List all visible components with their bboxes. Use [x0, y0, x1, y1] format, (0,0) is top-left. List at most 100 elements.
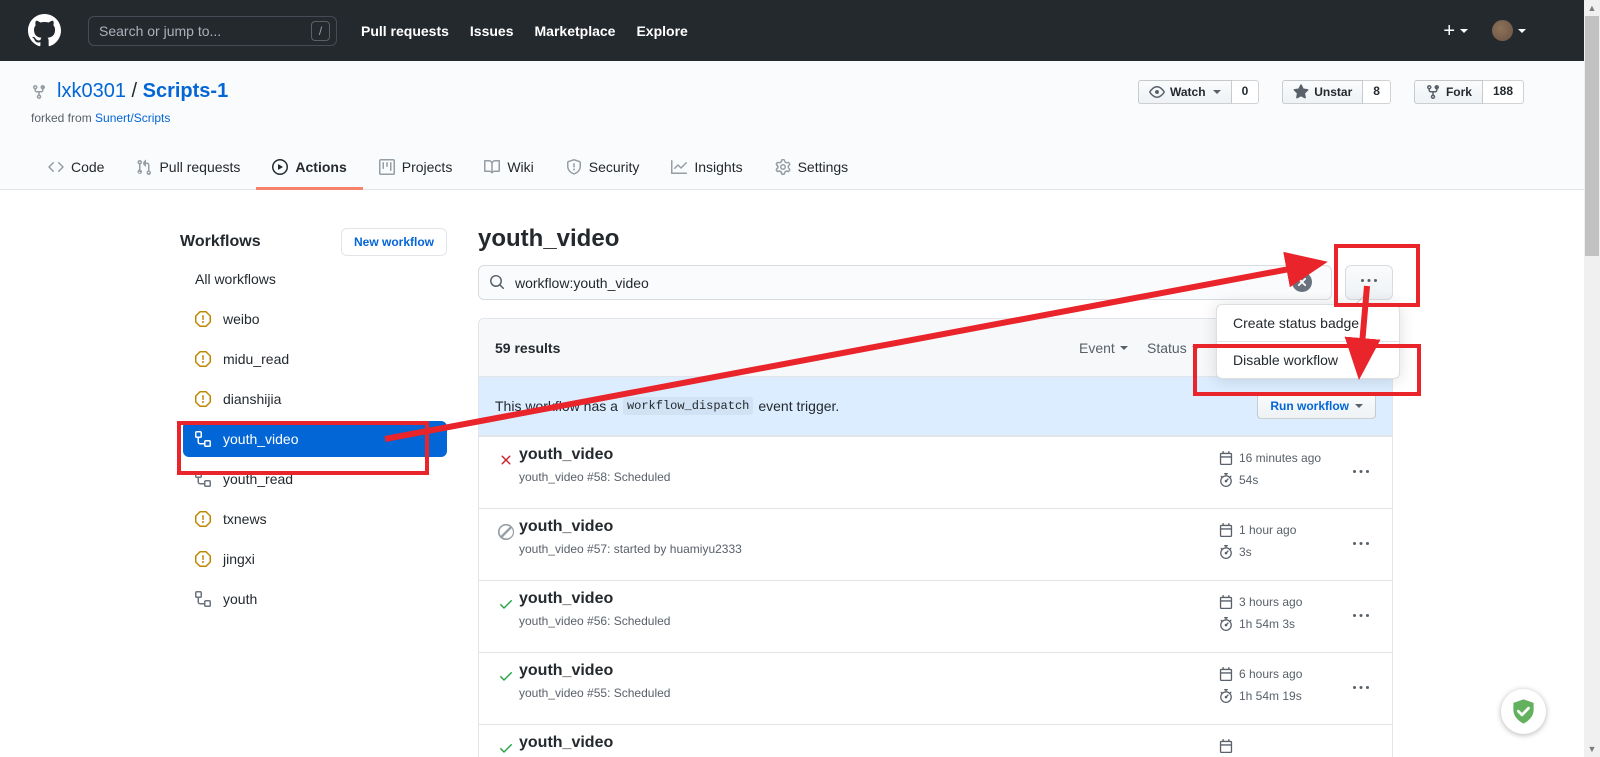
- menu-item-create-status-badge[interactable]: Create status badge: [1217, 305, 1399, 341]
- workflow-icon: [195, 591, 211, 607]
- tab-settings[interactable]: Settings: [759, 146, 865, 190]
- event-filter[interactable]: Event: [1079, 340, 1128, 356]
- chevron-down-icon: [1213, 90, 1221, 94]
- run-title[interactable]: youth_video: [519, 518, 613, 536]
- tab-pull-requests[interactable]: Pull requests: [120, 146, 256, 190]
- book-icon: [484, 159, 500, 175]
- workflow-icon: [195, 471, 211, 487]
- nav-explore[interactable]: Explore: [636, 23, 687, 39]
- stopwatch-icon: [1219, 617, 1233, 631]
- shield-icon: [566, 159, 582, 175]
- run-options-button[interactable]: [1343, 671, 1379, 707]
- run-description: youth_video #55: Scheduled: [519, 686, 670, 700]
- sidebar-item-dianshijia[interactable]: dianshijia: [183, 379, 447, 419]
- code-icon: [48, 159, 64, 175]
- run-options-button[interactable]: [1343, 599, 1379, 635]
- workflow-runs-panel: youth_video 59 results Event Status: [478, 216, 1393, 757]
- nav-marketplace[interactable]: Marketplace: [535, 23, 616, 39]
- fork-count[interactable]: 188: [1483, 80, 1524, 104]
- watch-count[interactable]: 0: [1232, 80, 1260, 104]
- sidebar-item-youth[interactable]: youth: [183, 579, 447, 619]
- global-search-input[interactable]: [88, 16, 337, 46]
- sidebar-item-youth-read[interactable]: youth_read: [183, 459, 447, 499]
- sidebar-item-all-workflows[interactable]: All workflows: [183, 259, 447, 299]
- fork-group: Fork 188: [1414, 80, 1524, 104]
- run-row: youth_video youth_video #57: started by …: [479, 508, 1392, 580]
- sidebar-item-jingxi[interactable]: jingxi: [183, 539, 447, 579]
- run-meta: 3 hours ago 1h 54m 3s: [1219, 591, 1302, 635]
- sidebar-item-midu-read[interactable]: midu_read: [183, 339, 447, 379]
- global-search: /: [88, 16, 337, 46]
- kebab-horizontal-icon: [1353, 608, 1369, 624]
- tab-insights[interactable]: Insights: [655, 146, 758, 190]
- scroll-down-arrow[interactable]: ▼: [1584, 741, 1600, 757]
- global-header: / Pull requests Issues Marketplace Explo…: [0, 0, 1600, 61]
- tab-code[interactable]: Code: [32, 146, 120, 190]
- star-count[interactable]: 8: [1363, 80, 1391, 104]
- tab-security[interactable]: Security: [550, 146, 656, 190]
- run-row: youth_video: [479, 724, 1392, 757]
- tab-actions[interactable]: Actions: [256, 146, 362, 190]
- page-scrollbar[interactable]: ▲ ▼: [1584, 0, 1600, 757]
- runs-search-input[interactable]: [478, 265, 1332, 300]
- git-pull-request-icon: [136, 159, 152, 175]
- sidebar-title: Workflows: [180, 233, 261, 251]
- repo-title: lxk0301 / Scripts-1: [31, 80, 228, 103]
- run-workflow-button[interactable]: Run workflow: [1257, 393, 1376, 419]
- sidebar-item-youth-video[interactable]: youth_video: [183, 421, 447, 457]
- workflow-icon: [195, 431, 211, 447]
- menu-item-disable-workflow[interactable]: Disable workflow: [1217, 341, 1399, 378]
- calendar-icon: [1219, 667, 1233, 681]
- run-options-button[interactable]: [1343, 743, 1379, 757]
- graph-icon: [671, 159, 687, 175]
- status-filter[interactable]: Status: [1147, 340, 1200, 356]
- repo-owner-link[interactable]: lxk0301: [57, 80, 126, 102]
- stopwatch-icon: [1219, 473, 1233, 487]
- play-circle-icon: [272, 159, 288, 175]
- sidebar-item-weibo[interactable]: weibo: [183, 299, 447, 339]
- repo-tabs: Code Pull requests Actions Projects Wiki…: [32, 146, 864, 190]
- run-title[interactable]: youth_video: [519, 590, 613, 608]
- run-options-button[interactable]: [1343, 527, 1379, 563]
- sidebar-item-txnews[interactable]: txnews: [183, 499, 447, 539]
- calendar-icon: [1219, 739, 1233, 753]
- run-title[interactable]: youth_video: [519, 734, 613, 752]
- event-trigger-code: workflow_dispatch: [623, 397, 753, 415]
- clear-search-button[interactable]: [1292, 272, 1312, 292]
- gear-icon: [775, 159, 791, 175]
- run-options-button[interactable]: [1343, 455, 1379, 491]
- repo-forked-icon: [31, 84, 47, 100]
- x-failure-icon: [498, 452, 514, 468]
- shield-check-fab[interactable]: [1501, 689, 1546, 734]
- calendar-icon: [1219, 523, 1233, 537]
- run-description: youth_video #56: Scheduled: [519, 614, 670, 628]
- calendar-icon: [1219, 451, 1233, 465]
- global-nav: Pull requests Issues Marketplace Explore: [361, 23, 688, 39]
- scroll-thumb[interactable]: [1585, 16, 1599, 256]
- kebab-horizontal-icon: [1361, 273, 1377, 289]
- nav-issues[interactable]: Issues: [470, 23, 514, 39]
- nav-pull-requests[interactable]: Pull requests: [361, 23, 449, 39]
- scroll-up-arrow[interactable]: ▲: [1584, 0, 1600, 16]
- search-icon: [489, 274, 505, 290]
- forked-from-note: forked from Sunert/Scripts: [31, 111, 170, 125]
- workflow-options-button[interactable]: [1345, 265, 1393, 300]
- github-actions-page: / Pull requests Issues Marketplace Explo…: [0, 0, 1600, 757]
- tab-projects[interactable]: Projects: [363, 146, 469, 190]
- create-new-menu[interactable]: +: [1443, 21, 1468, 41]
- fork-source-link[interactable]: Sunert/Scripts: [95, 111, 170, 125]
- warning-octagon-icon: [195, 511, 211, 527]
- fork-button[interactable]: Fork: [1414, 80, 1483, 104]
- new-workflow-button[interactable]: New workflow: [341, 228, 447, 256]
- run-description: youth_video #58: Scheduled: [519, 470, 670, 484]
- run-title[interactable]: youth_video: [519, 446, 613, 464]
- repo-name-link[interactable]: Scripts-1: [143, 80, 229, 102]
- tab-wiki[interactable]: Wiki: [468, 146, 549, 190]
- unstar-button[interactable]: Unstar: [1282, 80, 1363, 104]
- run-row: youth_video youth_video #58: Scheduled 1…: [479, 436, 1392, 508]
- watch-button[interactable]: Watch: [1138, 80, 1232, 104]
- run-title[interactable]: youth_video: [519, 662, 613, 680]
- user-menu[interactable]: [1492, 20, 1526, 41]
- github-logo-icon[interactable]: [28, 14, 61, 47]
- warning-octagon-icon: [195, 311, 211, 327]
